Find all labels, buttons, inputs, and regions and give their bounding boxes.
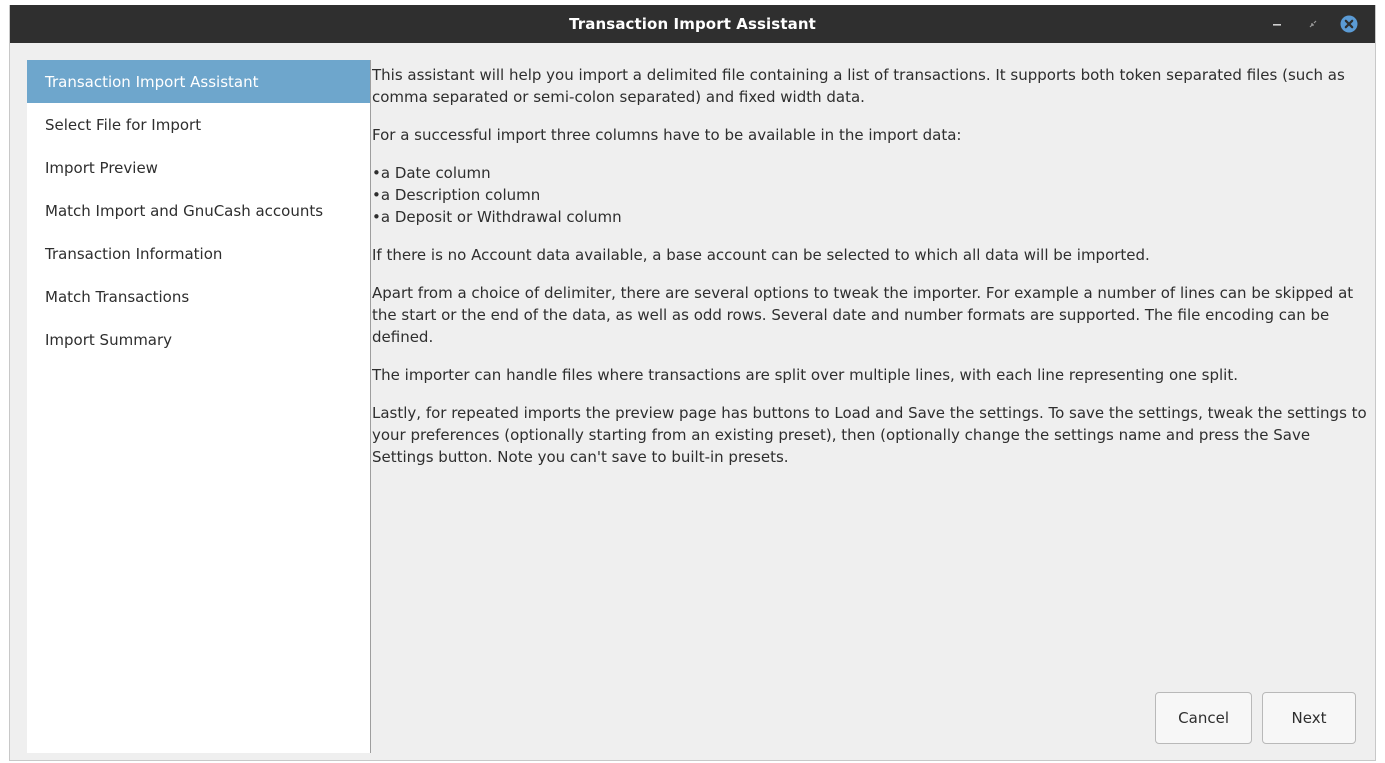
account-note-text: If there is no Account data available, a… (372, 246, 1150, 264)
list-item: a Date column (372, 162, 1367, 184)
assistant-steps-sidebar: Transaction Import Assistant Select File… (27, 60, 371, 753)
next-button[interactable]: Next (1262, 692, 1356, 744)
assistant-page-content: This assistant will help you import a de… (372, 64, 1367, 484)
intro-text: This assistant will help you import a de… (372, 66, 1345, 106)
restore-icon (1309, 20, 1317, 28)
requirements-block: For a successful import three columns ha… (372, 124, 1367, 146)
cancel-button[interactable]: Cancel (1155, 692, 1252, 744)
sidebar-item-select-file[interactable]: Select File for Import (27, 103, 370, 146)
sidebar-item-import-summary[interactable]: Import Summary (27, 318, 370, 361)
minimize-button[interactable] (1259, 5, 1295, 43)
title-bar[interactable]: Transaction Import Assistant (10, 5, 1375, 43)
sidebar-item-transaction-import-assistant[interactable]: Transaction Import Assistant (27, 60, 370, 103)
assistant-window: Transaction Import Assistant Transaction… (9, 5, 1376, 761)
window-title: Transaction Import Assistant (569, 15, 816, 33)
list-item: a Deposit or Withdrawal column (372, 206, 1367, 228)
sidebar-item-match-accounts[interactable]: Match Import and GnuCash accounts (27, 189, 370, 232)
close-icon (1340, 15, 1358, 33)
restore-button[interactable] (1295, 5, 1331, 43)
requirements-list: a Date column a Description column a Dep… (372, 162, 1367, 228)
close-button[interactable] (1331, 5, 1367, 43)
settings-note-text: Lastly, for repeated imports the preview… (372, 404, 1367, 466)
sidebar-item-transaction-information[interactable]: Transaction Information (27, 232, 370, 275)
sidebar-item-match-transactions[interactable]: Match Transactions (27, 275, 370, 318)
minimize-icon (1273, 24, 1281, 26)
options-note-text: Apart from a choice of delimiter, there … (372, 284, 1354, 346)
requirements-heading: For a successful import three columns ha… (372, 126, 962, 144)
sidebar-item-import-preview[interactable]: Import Preview (27, 146, 370, 189)
list-item: a Description column (372, 184, 1367, 206)
window-controls (1259, 5, 1367, 43)
assistant-buttons: Cancel Next (1155, 692, 1356, 744)
split-note-text: The importer can handle files where tran… (372, 366, 1238, 384)
